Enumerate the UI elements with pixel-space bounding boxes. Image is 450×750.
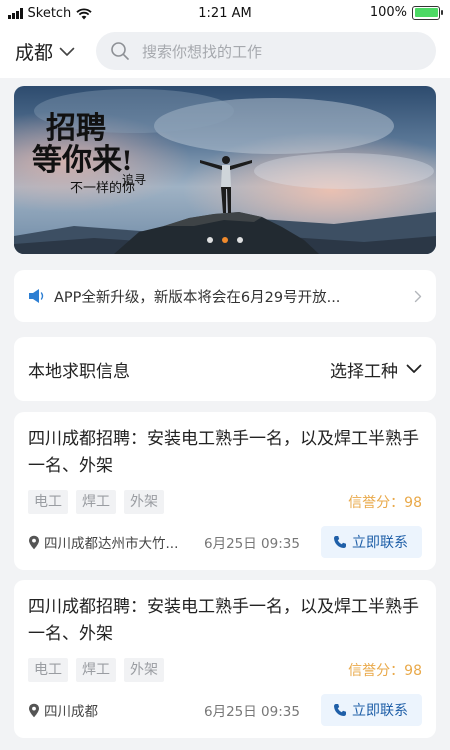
phone-icon xyxy=(334,536,346,548)
search-bar[interactable]: 搜索你想找的工作 xyxy=(96,32,436,70)
job-card[interactable]: 四川成都招聘：安装电工熟手一名，以及焊工半熟手一名、外架 电工 焊工 外架 信誉… xyxy=(14,412,436,570)
job-tag: 外架 xyxy=(124,490,164,514)
location-text: 四川成都 xyxy=(44,704,98,720)
job-tags: 电工 焊工 外架 信誉分：98 xyxy=(28,658,422,682)
job-title: 四川成都招聘：安装电工熟手一名，以及焊工半熟手一名、外架 xyxy=(28,429,419,476)
location-pin-icon xyxy=(29,703,39,717)
battery-percent: 100% xyxy=(369,5,407,20)
header: 成都 搜索你想找的工作 xyxy=(0,28,450,78)
credit-score: 信誉分：98 xyxy=(348,495,422,511)
local-jobs-header: 本地求职信息 选择工种 xyxy=(14,337,436,401)
filter-label: 选择工种 xyxy=(330,361,398,382)
job-tags: 电工 焊工 外架 信誉分：98 xyxy=(28,490,422,514)
phone-icon xyxy=(334,704,346,716)
battery-fill xyxy=(414,8,438,17)
chevron-right-icon xyxy=(414,290,422,302)
announcement-bar[interactable]: APP全新升级，新版本将会在6月29号开放... xyxy=(14,270,436,322)
job-tag: 电工 xyxy=(28,490,68,514)
credit-score: 信誉分：98 xyxy=(348,663,422,679)
job-tag: 电工 xyxy=(28,658,68,682)
chevron-down-icon xyxy=(406,364,422,373)
search-icon xyxy=(111,42,129,60)
job-title: 四川成都招聘：安装电工熟手一名，以及焊工半熟手一名、外架 xyxy=(28,597,419,644)
location-pin-icon xyxy=(29,535,39,549)
job-meta: 四川成都 6月25日 09:35 立即联系 xyxy=(28,694,422,726)
post-date: 6月25日 09:35 xyxy=(204,704,300,720)
job-location: 四川成都达州市大竹... xyxy=(28,532,188,552)
carousel-dot[interactable] xyxy=(237,237,243,243)
banner-headline-2: 等你来! xyxy=(32,143,132,177)
post-date: 6月25日 09:35 xyxy=(204,536,300,552)
carousel-dot-active[interactable] xyxy=(222,237,228,243)
job-card[interactable]: 四川成都招聘：安装电工熟手一名，以及焊工半熟手一名、外架 电工 焊工 外架 信誉… xyxy=(14,580,436,738)
job-location: 四川成都 xyxy=(28,700,188,720)
contact-label: 立即联系 xyxy=(352,703,408,719)
location-text: 四川成都达州市大竹... xyxy=(44,536,179,552)
banner-image: 招聘 等你来! 追寻 不一样的你 xyxy=(14,86,436,254)
banner-tagline-2: 不一样的你 xyxy=(70,180,135,195)
status-right: 100% xyxy=(369,5,443,20)
battery-icon xyxy=(412,5,443,20)
job-tag: 外架 xyxy=(124,658,164,682)
announcement-text: APP全新升级，新版本将会在6月29号开放... xyxy=(54,289,341,306)
section-title: 本地求职信息 xyxy=(28,361,130,382)
city-label: 成都 xyxy=(15,42,54,64)
contact-button[interactable]: 立即联系 xyxy=(321,694,422,726)
carousel-dot[interactable] xyxy=(207,237,213,243)
job-type-filter[interactable]: 选择工种 xyxy=(330,357,422,382)
job-tag: 焊工 xyxy=(76,658,116,682)
chevron-down-icon xyxy=(59,47,75,56)
city-selector[interactable]: 成都 xyxy=(15,38,75,65)
banner-headline-1: 招聘 xyxy=(46,112,106,145)
job-meta: 四川成都达州市大竹... 6月25日 09:35 立即联系 xyxy=(28,526,422,558)
job-tag: 焊工 xyxy=(76,490,116,514)
recruitment-banner[interactable]: 招聘 等你来! 追寻 不一样的你 xyxy=(14,86,436,254)
search-input[interactable]: 搜索你想找的工作 xyxy=(142,41,262,62)
contact-button[interactable]: 立即联系 xyxy=(321,526,422,558)
speaker-icon xyxy=(29,289,44,303)
status-bar: Sketch 1:21 AM 100% xyxy=(0,0,450,28)
contact-label: 立即联系 xyxy=(352,535,408,551)
